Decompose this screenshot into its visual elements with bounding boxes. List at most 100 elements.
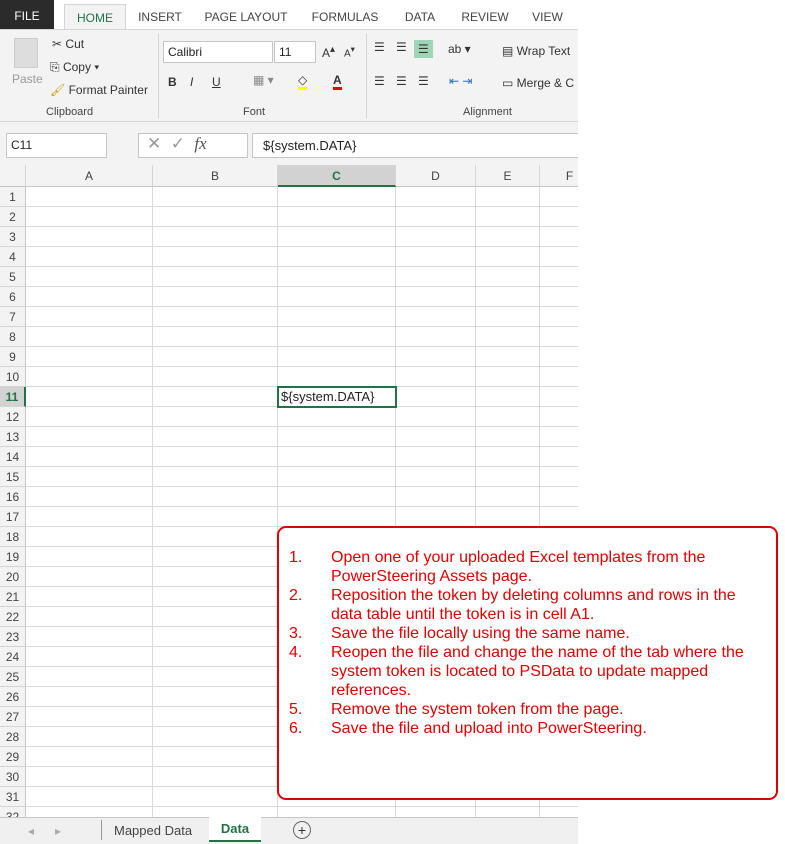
instruction-step: 6. Save the file and upload into PowerSte…: [289, 719, 756, 738]
font-size-select[interactable]: 11: [274, 41, 316, 63]
row-header-17[interactable]: 17: [0, 507, 26, 527]
column-header-A[interactable]: A: [26, 165, 153, 187]
row-header-19[interactable]: 19: [0, 547, 26, 567]
row-header-27[interactable]: 27: [0, 707, 26, 727]
copy-button[interactable]: ⎘ Copy ▾: [50, 60, 99, 75]
row-header-29[interactable]: 29: [0, 747, 26, 767]
format-painter-button[interactable]: 🖌 Format Painter: [50, 83, 148, 97]
align-right-icon[interactable]: ☰: [418, 74, 429, 88]
row-header-10[interactable]: 10: [0, 367, 26, 387]
column-header-F[interactable]: F: [540, 165, 578, 187]
instruction-step: 4. Reopen the file and change the name of…: [289, 643, 756, 700]
wrap-text-button[interactable]: ▤ Wrap Text: [502, 44, 570, 58]
wrap-text-label: Wrap Text: [516, 44, 571, 58]
gridline: [26, 446, 578, 447]
ribbon-tabs: FILE HOME INSERT PAGE LAYOUT FORMULAS DA…: [0, 0, 578, 30]
add-sheet-icon[interactable]: +: [293, 821, 311, 839]
align-middle-icon[interactable]: ☰: [396, 40, 407, 54]
underline-button[interactable]: U: [212, 75, 221, 89]
cancel-icon[interactable]: ✕: [147, 134, 161, 153]
bold-button[interactable]: B: [168, 75, 177, 89]
tab-data[interactable]: DATA: [395, 4, 445, 30]
decrease-indent-icon[interactable]: ⇤ ⇥: [449, 74, 472, 88]
tab-formulas[interactable]: FORMULAS: [305, 4, 385, 30]
column-header-E[interactable]: E: [476, 165, 540, 187]
row-header-30[interactable]: 30: [0, 767, 26, 787]
font-color-icon[interactable]: A: [333, 73, 342, 90]
column-header-C[interactable]: C: [278, 165, 396, 187]
tab-review[interactable]: REVIEW: [455, 4, 515, 30]
column-header-D[interactable]: D: [396, 165, 476, 187]
row-header-1[interactable]: 1: [0, 187, 26, 207]
row-header-2[interactable]: 2: [0, 207, 26, 227]
row-header-13[interactable]: 13: [0, 427, 26, 447]
row-header-28[interactable]: 28: [0, 727, 26, 747]
orientation-icon[interactable]: ab ▾: [448, 42, 471, 56]
tab-file[interactable]: FILE: [0, 0, 54, 30]
instruction-step: 2. Reposition the token by deleting colum…: [289, 586, 756, 624]
step-text: Reposition the token by deleting columns…: [331, 587, 736, 623]
gridline: [26, 486, 578, 487]
row-header-3[interactable]: 3: [0, 227, 26, 247]
align-top-icon[interactable]: ☰: [374, 40, 385, 54]
row-header-26[interactable]: 26: [0, 687, 26, 707]
paste-icon[interactable]: [14, 38, 38, 68]
row-header-6[interactable]: 6: [0, 287, 26, 307]
row-header-7[interactable]: 7: [0, 307, 26, 327]
sheet-tab-mapped-data[interactable]: Mapped Data: [114, 823, 192, 838]
copy-icon: ⎘: [50, 60, 60, 74]
tab-page-layout[interactable]: PAGE LAYOUT: [198, 4, 294, 30]
scroll-left-icon[interactable]: ◂: [28, 824, 34, 838]
paste-button[interactable]: Paste: [12, 72, 43, 86]
tab-insert[interactable]: INSERT: [130, 4, 190, 30]
formula-buttons: ✕ ✓ fx: [138, 133, 248, 158]
align-bottom-icon[interactable]: ☰: [414, 40, 433, 58]
column-header-B[interactable]: B: [153, 165, 278, 187]
name-box[interactable]: C11: [6, 133, 107, 158]
row-header-22[interactable]: 22: [0, 607, 26, 627]
row-header-18[interactable]: 18: [0, 527, 26, 547]
fill-color-icon[interactable]: ◇: [298, 73, 308, 90]
row-header-25[interactable]: 25: [0, 667, 26, 687]
formula-input[interactable]: ${system.DATA}: [252, 133, 578, 158]
row-header-14[interactable]: 14: [0, 447, 26, 467]
instruction-steps: 1. Open one of your uploaded Excel templa…: [289, 548, 756, 738]
tab-view[interactable]: VIEW: [525, 4, 570, 30]
row-header-8[interactable]: 8: [0, 327, 26, 347]
italic-button[interactable]: I: [190, 75, 193, 89]
merge-button[interactable]: ▭ Merge & C: [502, 76, 574, 90]
insert-function-icon[interactable]: fx: [194, 134, 206, 153]
row-header-5[interactable]: 5: [0, 267, 26, 287]
align-center-icon[interactable]: ☰: [396, 74, 407, 88]
step-number: 3.: [289, 625, 303, 642]
row-header-9[interactable]: 9: [0, 347, 26, 367]
row-header-31[interactable]: 31: [0, 787, 26, 807]
scissors-icon: ✂: [52, 37, 63, 51]
gridline: [26, 426, 578, 427]
align-left-icon[interactable]: ☰: [374, 74, 385, 88]
enter-icon[interactable]: ✓: [171, 134, 185, 153]
select-all-button[interactable]: [0, 165, 26, 187]
scroll-right-icon[interactable]: ▸: [55, 824, 61, 838]
row-header-24[interactable]: 24: [0, 647, 26, 667]
cell-c11[interactable]: ${system.DATA}: [277, 386, 397, 408]
row-header-23[interactable]: 23: [0, 627, 26, 647]
row-header-4[interactable]: 4: [0, 247, 26, 267]
row-header-21[interactable]: 21: [0, 587, 26, 607]
tab-home[interactable]: HOME: [64, 4, 126, 30]
cut-button[interactable]: ✂ Cut: [52, 37, 84, 51]
row-header-11[interactable]: 11: [0, 387, 26, 407]
gridline: [152, 187, 153, 827]
gridline: [26, 206, 578, 207]
sheet-tab-data[interactable]: Data: [209, 817, 261, 842]
font-name-select[interactable]: Calibri: [163, 41, 273, 63]
increase-font-icon[interactable]: A▴: [322, 44, 335, 60]
row-header-12[interactable]: 12: [0, 407, 26, 427]
row-header-16[interactable]: 16: [0, 487, 26, 507]
row-header-15[interactable]: 15: [0, 467, 26, 487]
instruction-step: 1. Open one of your uploaded Excel templa…: [289, 548, 756, 586]
borders-icon[interactable]: ▦ ▾: [253, 73, 274, 87]
decrease-font-icon[interactable]: A▾: [344, 44, 355, 59]
row-header-20[interactable]: 20: [0, 567, 26, 587]
step-number: 5.: [289, 701, 303, 718]
